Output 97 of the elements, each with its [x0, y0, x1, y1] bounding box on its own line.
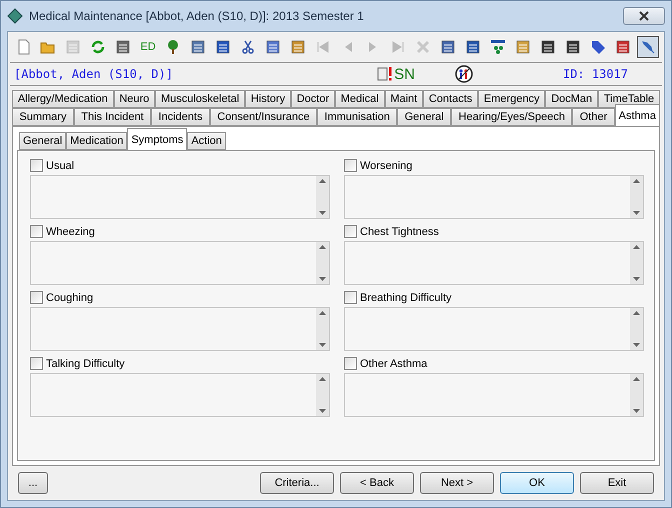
tab[interactable]: Doctor [290, 90, 335, 108]
scroll-up-icon [633, 377, 640, 381]
scrollbar[interactable] [630, 176, 643, 218]
notes-field[interactable] [344, 175, 644, 219]
scroll-down-icon [319, 277, 326, 281]
tab[interactable]: Medical [334, 90, 384, 108]
tab[interactable]: This Incident [74, 108, 152, 126]
tab[interactable]: Contacts [423, 90, 478, 108]
edit-text-button[interactable]: ED [137, 36, 159, 58]
tab[interactable]: Maint [384, 90, 424, 108]
checkbox-label: Breathing Difficulty [360, 292, 452, 304]
more-button[interactable]: ... [18, 472, 48, 494]
cut-icon [240, 39, 256, 55]
tab[interactable]: DocMan [545, 90, 598, 108]
student-name: [Abbot, Aden (S10, D)] [14, 67, 174, 81]
app-diamond-icon [7, 8, 23, 24]
tree-icon [165, 39, 181, 55]
checkbox[interactable] [344, 357, 357, 370]
toolbar-button[interactable] [637, 36, 659, 58]
tab[interactable]: Hearing/Eyes/Speech [451, 108, 572, 126]
sub-tab[interactable]: Action [187, 132, 226, 150]
checkbox-label: Other Asthma [360, 358, 428, 370]
notes-field[interactable] [344, 373, 644, 417]
refresh-icon [90, 39, 106, 55]
checkbox-label: Chest Tightness [360, 226, 439, 238]
scrollbar[interactable] [316, 242, 329, 284]
tab[interactable]: Other [572, 108, 615, 126]
dialog-button[interactable]: < Back [340, 472, 414, 494]
scroll-up-icon [319, 377, 326, 381]
scrollbar[interactable] [630, 242, 643, 284]
scroll-down-icon [319, 211, 326, 215]
notes-field[interactable] [344, 241, 644, 285]
checkbox[interactable] [30, 357, 43, 370]
document-alert-icon [377, 66, 394, 82]
tab[interactable]: Allergy/Medication [12, 90, 114, 108]
scroll-up-icon [633, 179, 640, 183]
scroll-down-icon [319, 409, 326, 413]
scroll-up-icon [319, 245, 326, 249]
scroll-up-icon [633, 311, 640, 315]
student-id: ID: 13017 [562, 67, 628, 81]
scrollbar[interactable] [316, 176, 329, 218]
tab[interactable]: Musculoskeletal [155, 90, 246, 108]
window-title: Medical Maintenance [Abbot, Aden (S10, D)]: 2013 Semester 1 [29, 9, 365, 23]
family-icon [454, 65, 473, 83]
tab[interactable]: Summary [12, 108, 74, 126]
tab[interactable]: Immunisation [317, 108, 398, 126]
tag-icon [590, 39, 606, 55]
scroll-down-icon [319, 343, 326, 347]
flag-label: SN [394, 66, 415, 82]
close-icon [639, 11, 649, 21]
scroll-down-icon [633, 409, 640, 413]
scrollbar[interactable] [630, 308, 643, 350]
scroll-down-icon [633, 211, 640, 215]
last-icon [390, 39, 406, 55]
delete-icon [415, 39, 431, 55]
tab[interactable]: Neuro [114, 90, 156, 108]
checkbox-label: Talking Difficulty [46, 358, 125, 370]
checkbox-label: Worsening [360, 160, 412, 172]
scroll-down-icon [633, 277, 640, 281]
checkbox[interactable] [344, 159, 357, 172]
scrollbar[interactable] [630, 374, 643, 416]
notes-field[interactable] [344, 307, 644, 351]
notes-field[interactable] [30, 241, 330, 285]
checkbox[interactable] [30, 159, 43, 172]
sub-tab[interactable]: Medication [66, 132, 128, 150]
close-button[interactable] [623, 7, 665, 25]
scroll-up-icon [319, 179, 326, 183]
checkbox[interactable] [30, 225, 43, 238]
dialog-button[interactable]: OK [500, 472, 574, 494]
checkbox-label: Wheezing [46, 226, 95, 238]
dialog-button[interactable]: Exit [580, 472, 654, 494]
notes-field[interactable] [30, 175, 330, 219]
tab[interactable]: Asthma [614, 104, 660, 126]
save-icon [65, 39, 81, 55]
scroll-up-icon [633, 245, 640, 249]
scrollbar[interactable] [316, 374, 329, 416]
notes-field[interactable] [30, 307, 330, 351]
notes-field[interactable] [30, 373, 330, 417]
dialog-button[interactable]: Criteria... [260, 472, 334, 494]
grid-icon [490, 39, 506, 55]
tab[interactable]: General [397, 108, 452, 126]
scroll-down-icon [633, 343, 640, 347]
sub-tab[interactable]: Symptoms [127, 128, 188, 150]
tab[interactable]: Incidents [151, 108, 210, 126]
tab[interactable]: History [245, 90, 291, 108]
scrollbar[interactable] [316, 308, 329, 350]
tab[interactable]: Consent/Insurance [210, 108, 317, 126]
checkbox-label: Coughing [46, 292, 94, 304]
checkbox[interactable] [30, 291, 43, 304]
checkbox[interactable] [344, 291, 357, 304]
scroll-up-icon [319, 311, 326, 315]
tab[interactable]: Emergency [478, 90, 546, 108]
dialog-button[interactable]: Next > [420, 472, 494, 494]
first-icon [315, 39, 331, 55]
sub-tab[interactable]: General [19, 132, 66, 150]
checkbox[interactable] [344, 225, 357, 238]
checkbox-label: Usual [46, 160, 74, 172]
